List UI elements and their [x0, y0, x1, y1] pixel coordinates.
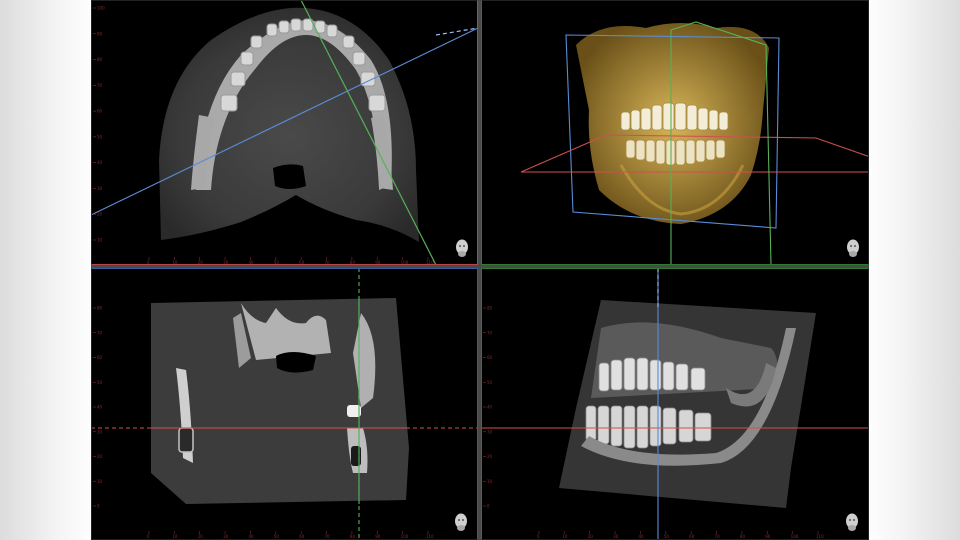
ruler-label: 0 — [537, 534, 540, 539]
sagittal-vertical-ruler: 80 70 60 50 40 30 20 10 0 — [483, 306, 493, 509]
ruler-label: 10 — [172, 534, 178, 539]
ruler-label: 50 — [97, 380, 103, 385]
ruler-label: 60 — [689, 534, 695, 539]
ruler-label: 60 — [299, 534, 305, 539]
ruler-label: 10 — [562, 534, 568, 539]
ruler-label: 90 — [765, 534, 771, 539]
ruler-label: 100 — [97, 6, 105, 11]
ruler-label: 110 — [426, 534, 434, 539]
ruler-label: 30 — [97, 186, 103, 191]
sagittal-horizontal-ruler: 0 10 20 30 40 50 60 70 80 90 100 110 — [537, 531, 824, 539]
ruler-label: 10 — [97, 479, 103, 484]
ruler-label: 80 — [740, 534, 746, 539]
ruler-label: 60 — [487, 355, 493, 360]
ruler-label: 50 — [487, 380, 493, 385]
cbct-viewer: 100 90 80 70 60 50 40 30 20 10 0 10 20 30 40 50 60 70 80 9… — [91, 0, 869, 540]
coronal-horizontal-ruler: 0 10 20 30 40 50 60 70 80 90 100 110 — [147, 531, 434, 539]
axial-slice-image[interactable]: 100 90 80 70 60 50 40 30 20 10 0 10 20 30 40 50 60 70 80 9… — [91, 0, 478, 265]
ruler-label: 70 — [487, 330, 493, 335]
volume-render-image[interactable] — [481, 0, 869, 265]
ruler-label: 70 — [97, 330, 103, 335]
ruler-label: 40 — [97, 405, 103, 410]
axial-horizontal-ruler: 0 10 20 30 40 50 60 70 80 90 100 110 — [147, 257, 434, 265]
ruler-label: 110 — [816, 534, 824, 539]
ruler-label: 70 — [97, 83, 103, 88]
ruler-label: 20 — [97, 212, 103, 217]
ruler-label: 90 — [97, 31, 103, 36]
pane-divider-horizontal[interactable] — [91, 265, 869, 268]
ruler-label: 40 — [97, 160, 103, 165]
ruler-label: 50 — [664, 534, 670, 539]
ruler-label: 30 — [613, 534, 619, 539]
ruler-label: 10 — [487, 479, 493, 484]
ruler-label: 0 — [97, 504, 100, 509]
ruler-label: 80 — [97, 57, 103, 62]
axial-view-pane[interactable]: 100 90 80 70 60 50 40 30 20 10 0 10 20 30 40 50 60 70 80 9… — [91, 0, 478, 265]
ruler-label: 100 — [791, 534, 799, 539]
head-orientation-icon[interactable] — [844, 512, 860, 532]
ruler-label: 50 — [274, 534, 280, 539]
ruler-label: 40 — [248, 534, 254, 539]
ruler-label: 30 — [97, 429, 103, 434]
ruler-label: 70 — [325, 534, 331, 539]
ruler-label: 0 — [147, 534, 150, 539]
ruler-label: 10 — [97, 238, 103, 243]
axial-vertical-ruler: 100 90 80 70 60 50 40 30 20 10 — [93, 6, 105, 243]
ruler-label: 40 — [638, 534, 644, 539]
ruler-label: 80 — [487, 306, 493, 311]
ruler-label: 100 — [401, 534, 409, 539]
ruler-label: 0 — [487, 504, 490, 509]
ruler-label: 80 — [350, 534, 356, 539]
coronal-view-pane[interactable]: 80 70 60 50 40 30 20 10 0 0 10 20 30 40 50 60 70 80 90 100… — [91, 268, 478, 540]
head-orientation-icon[interactable] — [454, 238, 470, 258]
sagittal-view-pane[interactable]: 80 70 60 50 40 30 20 10 0 0 10 20 30 40 50 60 70 80 90 100… — [481, 268, 869, 540]
ruler-label: 20 — [97, 454, 103, 459]
ruler-label: 30 — [487, 429, 493, 434]
ruler-label: 20 — [198, 534, 204, 539]
coronal-slice-image[interactable]: 80706050403020100 0 10 20 30 40 50 60 70 80 90 100… — [91, 268, 478, 540]
ruler-label: 30 — [223, 534, 229, 539]
ruler-label: 20 — [487, 454, 493, 459]
ruler-label: 40 — [487, 405, 493, 410]
ruler-label: 60 — [97, 355, 103, 360]
head-orientation-icon[interactable] — [845, 238, 861, 258]
ruler-label: 70 — [715, 534, 721, 539]
ruler-label: 50 — [97, 134, 103, 139]
ruler-label: 90 — [375, 534, 381, 539]
pane-divider-vertical[interactable] — [478, 0, 481, 540]
ruler-label: 60 — [97, 109, 103, 114]
airway — [273, 164, 306, 189]
ruler-label: 20 — [588, 534, 594, 539]
coronal-vertical-ruler: 80 70 60 50 40 30 20 10 0 — [93, 306, 103, 509]
volume-render-pane[interactable] — [481, 0, 869, 265]
ruler-label: 80 — [97, 306, 103, 311]
sagittal-slice-image[interactable]: 80706050403020100 0 10 20 30 40 50 60 70 80 90 100… — [481, 268, 869, 540]
head-orientation-icon[interactable] — [453, 512, 469, 532]
